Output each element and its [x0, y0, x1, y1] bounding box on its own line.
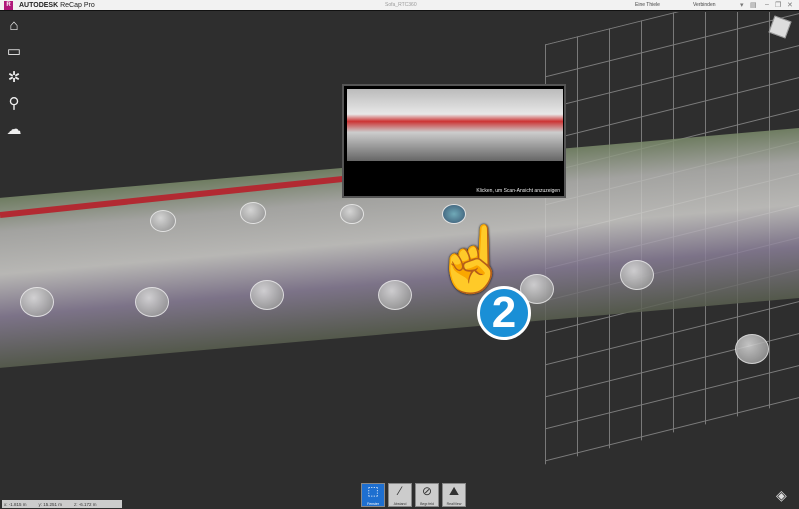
scan-location-bubble[interactable] [135, 287, 169, 317]
home-icon[interactable]: ⌂ [4, 16, 24, 36]
bottom-toolbar: ⬚ Fenster ⁄ Abstand ⊘ Begr.feld ⛰ RealView [361, 483, 466, 507]
user-menu[interactable]: Eine Thiele [635, 2, 660, 8]
product-name: ReCap Pro [60, 2, 95, 9]
chat-icon[interactable]: ▤ [750, 1, 757, 9]
coord-z: z: -6.172 m [74, 501, 97, 507]
step-badge: 2 [477, 286, 531, 340]
coord-y: y: 15.251 m [38, 501, 63, 507]
dropdown-icon[interactable]: ▾ [740, 1, 744, 9]
app-title: AUTODESK ReCap Pro [19, 1, 95, 10]
monitor-icon[interactable]: ▭ [4, 42, 24, 62]
scan-location-bubble-hover[interactable] [442, 204, 466, 224]
layers-icon[interactable]: ◈ [776, 487, 787, 504]
realview-icon: ⛰ [448, 484, 460, 498]
tool-label: Begr.feld [420, 502, 434, 506]
scan-location-bubble[interactable] [378, 280, 412, 310]
tool-label: RealView [446, 502, 462, 506]
coordinate-readout: x: -1.815 m y: 15.251 m z: -6.172 m [2, 500, 122, 508]
cloud-icon[interactable]: ☁ [4, 120, 24, 140]
panorama-thumbnail [347, 89, 563, 161]
distance-button[interactable]: ⁄ Abstand [388, 483, 412, 507]
scan-location-bubble[interactable] [735, 334, 769, 364]
realview-button[interactable]: ⛰ RealView [442, 483, 466, 507]
title-bar: R AUTODESK ReCap Pro Sofa_RTC360 Eine Th… [0, 0, 799, 11]
scan-location-bubble[interactable] [620, 260, 654, 290]
measure-icon: ⁄ [398, 484, 401, 498]
scan-preview-tooltip[interactable]: Klicken, um Scan-Ansicht anzuzeigen [342, 84, 566, 198]
connect-button[interactable]: Verbinden [693, 2, 716, 8]
brand-name: AUTODESK [19, 2, 59, 9]
window-select-button[interactable]: ⬚ Fenster [361, 483, 385, 507]
coord-x: x: -1.815 m [4, 501, 27, 507]
file-name: Sofa_RTC360 [385, 2, 417, 8]
maximize-button[interactable]: ❐ [775, 1, 781, 9]
scan-location-bubble[interactable] [240, 202, 266, 224]
search-icon[interactable]: ⚲ [4, 94, 24, 114]
minimize-button[interactable]: – [765, 1, 769, 8]
scan-location-bubble[interactable] [250, 280, 284, 310]
close-button[interactable]: ✕ [787, 1, 793, 9]
compass-icon[interactable]: ✲ [4, 68, 24, 88]
scan-location-bubble[interactable] [20, 287, 54, 317]
tool-label: Abstand [393, 502, 407, 506]
limit-box-button[interactable]: ⊘ Begr.feld [415, 483, 439, 507]
preview-caption: Klicken, um Scan-Ansicht anzuzeigen [476, 188, 560, 194]
limit-box-icon: ⊘ [421, 484, 433, 498]
navigation-sidebar: ⌂ ▭ ✲ ⚲ ☁ [4, 16, 24, 146]
app-logo: R [4, 1, 13, 10]
scan-location-bubble[interactable] [340, 204, 364, 224]
tool-label: Fenster [367, 502, 379, 506]
select-icon: ⬚ [367, 484, 379, 498]
scan-location-bubble[interactable] [150, 210, 176, 232]
